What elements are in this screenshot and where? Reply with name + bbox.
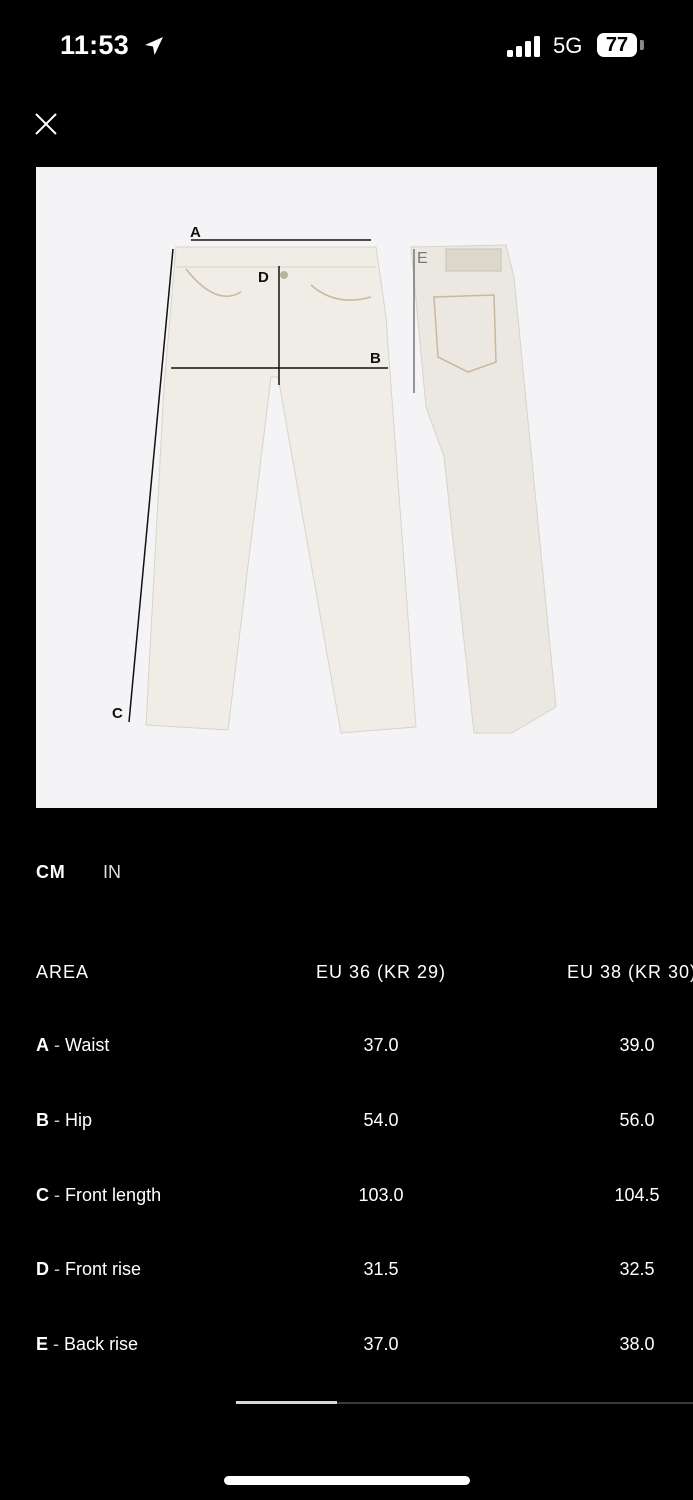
network-type: 5G bbox=[553, 33, 583, 58]
row-label-front-rise: D - Front rise bbox=[36, 1259, 142, 1279]
front-length-eu36-value: 103.0 bbox=[358, 1185, 404, 1205]
front-rise-eu38-value: 32.5 bbox=[619, 1259, 655, 1279]
hip-eu36-value: 54.0 bbox=[363, 1110, 399, 1130]
diagram-label-e: E bbox=[417, 250, 428, 267]
jeans-illustration bbox=[128, 239, 557, 734]
battery-tip bbox=[640, 40, 644, 50]
back-rise-eu36-value: 37.0 bbox=[363, 1334, 399, 1354]
diagram-label-a: A bbox=[190, 224, 201, 241]
unit-cm-tab[interactable]: CM bbox=[36, 862, 66, 883]
table-scrollbar[interactable] bbox=[236, 1401, 337, 1404]
size-diagram: A B C D E bbox=[36, 167, 657, 808]
unit-in-tab[interactable]: IN bbox=[103, 862, 121, 883]
front-length-eu38-value: 104.5 bbox=[614, 1185, 660, 1205]
signal-icon bbox=[507, 36, 540, 57]
diagram-label-c: C bbox=[112, 705, 123, 722]
status-time: 11:53 bbox=[60, 30, 130, 60]
status-bar: 11:53 5G 77 bbox=[0, 0, 693, 90]
hip-eu38-value: 56.0 bbox=[619, 1110, 655, 1130]
size-header-eu36: EU 36 (KR 29) bbox=[315, 962, 447, 982]
front-rise-eu36-value: 31.5 bbox=[363, 1259, 399, 1279]
diagram-label-b: B bbox=[370, 350, 381, 367]
location-arrow-icon bbox=[145, 37, 163, 55]
row-label-back-rise: E - Back rise bbox=[36, 1334, 139, 1354]
waist-eu38-value: 39.0 bbox=[619, 1035, 655, 1055]
back-rise-eu38-value: 38.0 bbox=[619, 1334, 655, 1354]
diagram-label-d: D bbox=[258, 269, 269, 286]
row-label-front-length: C - Front length bbox=[36, 1185, 162, 1205]
home-indicator[interactable] bbox=[224, 1476, 470, 1485]
row-label-hip: B - Hip bbox=[36, 1110, 93, 1130]
size-header-eu38: EU 38 (KR 30) bbox=[567, 962, 693, 982]
battery-icon: 77 bbox=[597, 33, 637, 57]
area-header: AREA bbox=[36, 962, 90, 982]
close-icon[interactable] bbox=[30, 108, 62, 140]
waist-eu36-value: 37.0 bbox=[363, 1035, 399, 1055]
row-label-waist: A - Waist bbox=[36, 1035, 110, 1055]
